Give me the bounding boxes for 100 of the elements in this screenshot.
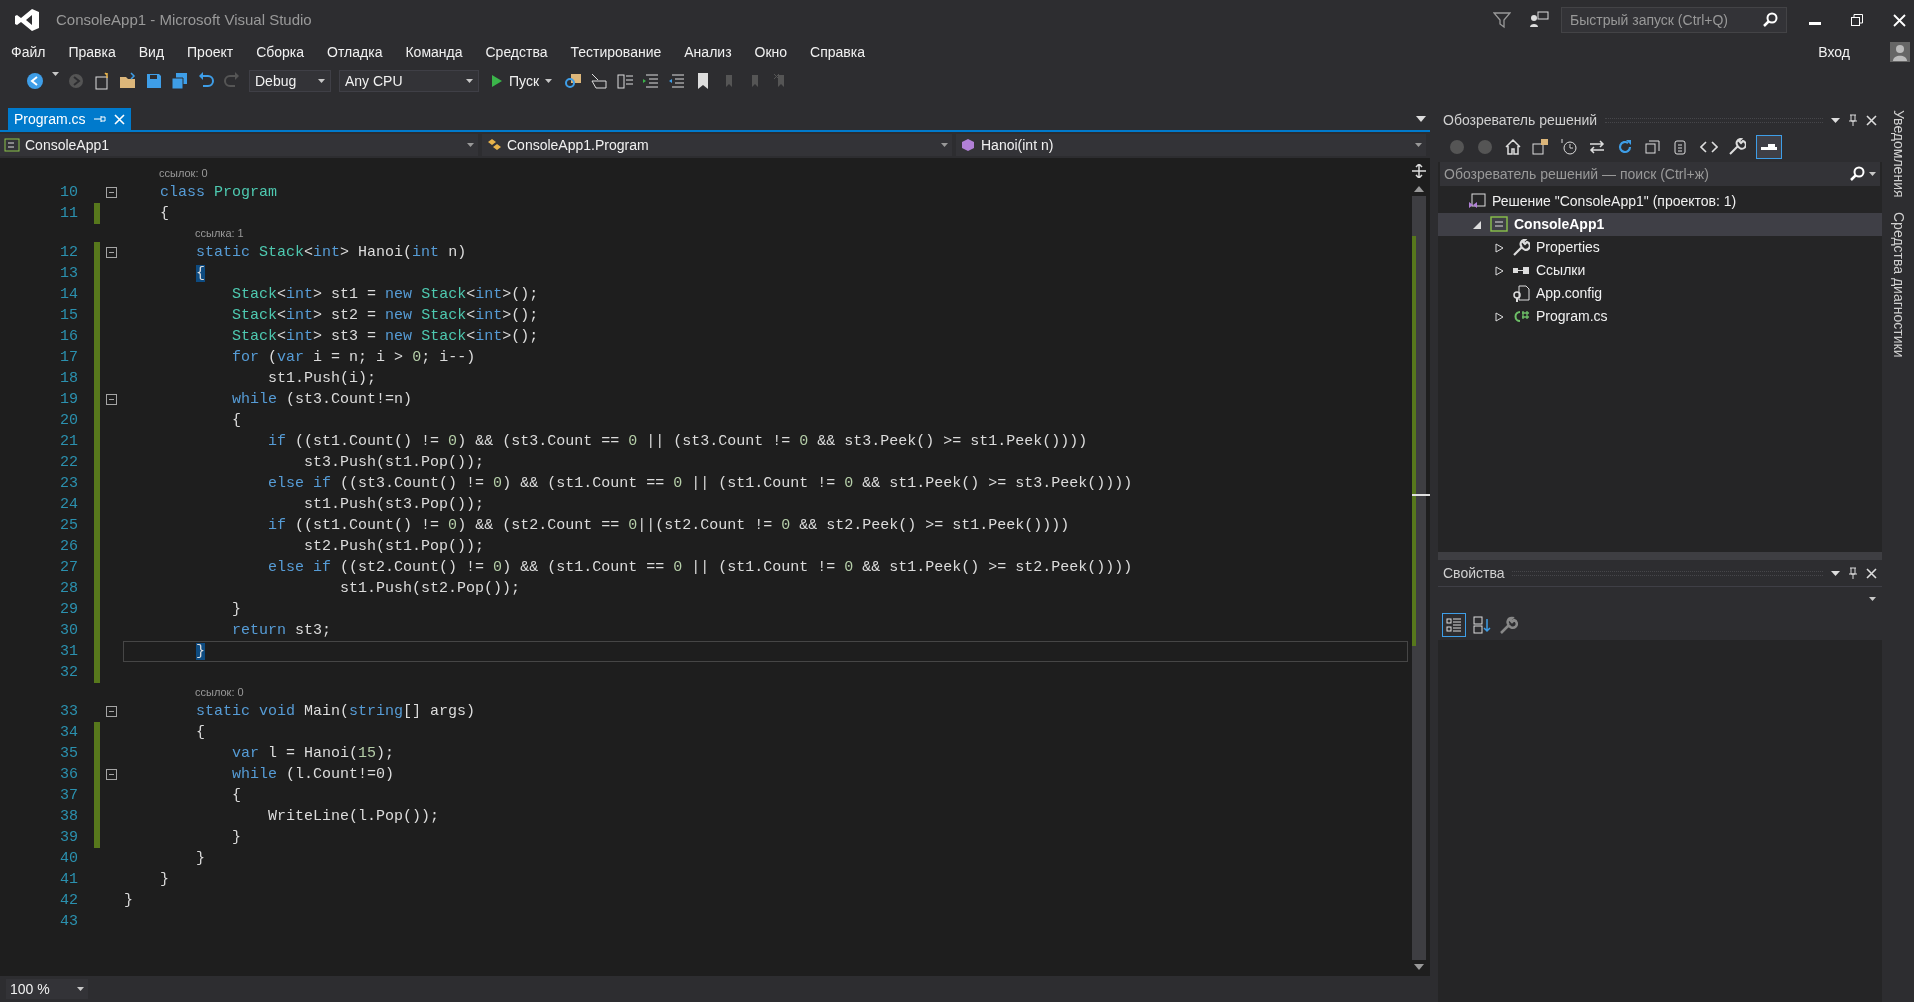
preview-toggle-button[interactable] — [1756, 135, 1782, 159]
sort-icon[interactable] — [1472, 615, 1492, 635]
navigation-dropdown[interactable]: ConsoleApp1.Program — [482, 134, 952, 156]
dropdown-caret-icon[interactable] — [1416, 116, 1426, 122]
collapsed-arrow-icon[interactable] — [1494, 311, 1504, 322]
scroll-up-icon[interactable] — [1414, 186, 1424, 192]
configuration-dropdown[interactable]: Debug — [249, 70, 331, 92]
open-folder-icon[interactable] — [119, 72, 137, 90]
sync-icon[interactable] — [1588, 138, 1606, 156]
side-tab[interactable]: Уведомления — [1887, 110, 1909, 198]
menu-item[interactable]: Окно — [754, 41, 788, 63]
side-tab[interactable]: Средства диагностики — [1887, 211, 1909, 358]
line-number: 38 — [59, 807, 78, 827]
navigation-dropdown[interactable]: ConsoleApp1 — [0, 134, 478, 156]
tree-item[interactable]: Решение "ConsoleApp1" (проектов: 1) — [1438, 190, 1882, 213]
search-icon[interactable] — [1849, 166, 1865, 182]
outdent-icon[interactable] — [668, 72, 687, 90]
solution-icon — [1468, 192, 1486, 211]
code-line: } — [159, 870, 171, 890]
history-icon[interactable] — [1560, 138, 1578, 156]
save-all-icon[interactable] — [171, 72, 189, 90]
switch-views-icon[interactable] — [1532, 138, 1550, 156]
split-icon[interactable] — [1412, 164, 1426, 178]
refresh-icon[interactable] — [1616, 138, 1634, 156]
codelens-reference-count[interactable]: ссылок: 0 — [159, 164, 208, 182]
tree-item[interactable]: App.config — [1438, 282, 1882, 305]
indent-icon[interactable] — [642, 72, 661, 90]
find-in-files-icon[interactable] — [564, 72, 583, 90]
collapse-toggle-icon[interactable] — [106, 187, 117, 198]
undo-icon[interactable] — [197, 72, 215, 90]
collapse-toggle-icon[interactable] — [106, 394, 117, 405]
feedback-icon[interactable] — [1529, 11, 1549, 29]
filter-icon[interactable] — [1493, 11, 1511, 29]
home-icon[interactable] — [1504, 138, 1522, 156]
menu-item[interactable]: Сборка — [256, 41, 305, 63]
codelens-reference-count[interactable]: ссылок: 0 — [195, 683, 244, 701]
tree-item[interactable]: Program.cs — [1438, 305, 1882, 328]
menu-item[interactable]: Вид — [138, 41, 165, 63]
code-line: { — [231, 411, 243, 431]
close-icon[interactable] — [1866, 114, 1877, 126]
tree-item[interactable]: ConsoleApp1 — [1438, 213, 1882, 236]
expanded-arrow-icon[interactable] — [1472, 219, 1482, 230]
quick-launch-field[interactable]: Быстрый запуск (Ctrl+Q) — [1561, 7, 1787, 33]
pin-icon[interactable] — [1848, 114, 1858, 126]
caret-icon[interactable] — [1869, 172, 1876, 176]
project-icon — [4, 138, 20, 152]
pin-icon[interactable] — [1848, 567, 1858, 579]
menu-item[interactable]: Тестирование — [570, 41, 662, 63]
account-icon[interactable] — [1890, 42, 1910, 62]
start-button[interactable]: Пуск — [487, 70, 557, 92]
line-number: 26 — [59, 537, 78, 557]
menu-item[interactable]: Команда — [405, 41, 463, 63]
collapse-all-icon[interactable] — [1644, 138, 1662, 156]
back-icon[interactable] — [26, 72, 44, 90]
code-line: Stack<int> st2 = new Stack<int>(); — [231, 306, 540, 326]
restore-icon[interactable] — [1851, 14, 1863, 26]
caret-icon — [318, 79, 325, 83]
code-line: WriteLine(l.Pop()); — [267, 807, 441, 827]
line-number: 18 — [59, 369, 78, 389]
code-line: { — [195, 723, 207, 743]
caret-icon — [545, 79, 553, 83]
dropdown-caret-icon[interactable] — [1831, 570, 1840, 576]
menu-item[interactable]: Средства — [485, 41, 548, 63]
close-icon[interactable] — [1866, 567, 1877, 579]
menu-item[interactable]: Проект — [187, 41, 234, 63]
navigation-dropdown[interactable]: Hanoi(int n) — [956, 134, 1426, 156]
menu-item[interactable]: Файл — [11, 41, 46, 63]
line-number: 34 — [59, 723, 78, 743]
code-line: st1.Push(st2.Pop()); — [339, 579, 522, 599]
menu-item[interactable]: Анализ — [684, 41, 732, 63]
scroll-down-icon[interactable] — [1414, 964, 1424, 970]
code-line: var l = Hanoi(15); — [231, 744, 396, 764]
collapsed-arrow-icon[interactable] — [1494, 242, 1504, 253]
collapse-toggle-icon[interactable] — [106, 769, 117, 780]
line-number: 25 — [59, 516, 78, 536]
columns-icon[interactable] — [616, 72, 635, 90]
sign-in-link[interactable]: Вход — [1818, 41, 1850, 63]
tree-item[interactable]: Ссылки — [1438, 259, 1882, 282]
platform-dropdown[interactable]: Any CPU — [339, 70, 479, 92]
line-number: 19 — [59, 390, 78, 410]
menu-item[interactable]: Правка — [68, 41, 116, 63]
line-number: 10 — [59, 183, 78, 203]
save-icon[interactable] — [145, 72, 163, 90]
search-field[interactable]: Обозреватель решений — поиск (Ctrl+ж) — [1440, 162, 1880, 186]
menu-item[interactable]: Отладка — [327, 41, 383, 63]
project-icon — [1490, 215, 1508, 234]
collapsed-arrow-icon[interactable] — [1494, 265, 1504, 276]
tree-item[interactable]: Properties — [1438, 236, 1882, 259]
line-number: 28 — [59, 579, 78, 599]
code-line: { — [231, 786, 243, 806]
categorized-button[interactable] — [1442, 613, 1466, 637]
menu-item[interactable]: Справка — [810, 41, 865, 63]
codelens-reference-count[interactable]: ссылка: 1 — [195, 224, 244, 242]
new-project-icon[interactable] — [93, 72, 111, 90]
list-icon — [1446, 617, 1462, 633]
zoom-dropdown[interactable]: 100 % — [6, 979, 88, 999]
collapse-toggle-icon[interactable] — [106, 247, 117, 258]
dropdown-caret-icon[interactable] — [1831, 117, 1840, 123]
line-number: 12 — [59, 243, 78, 263]
collapse-toggle-icon[interactable] — [106, 706, 117, 717]
